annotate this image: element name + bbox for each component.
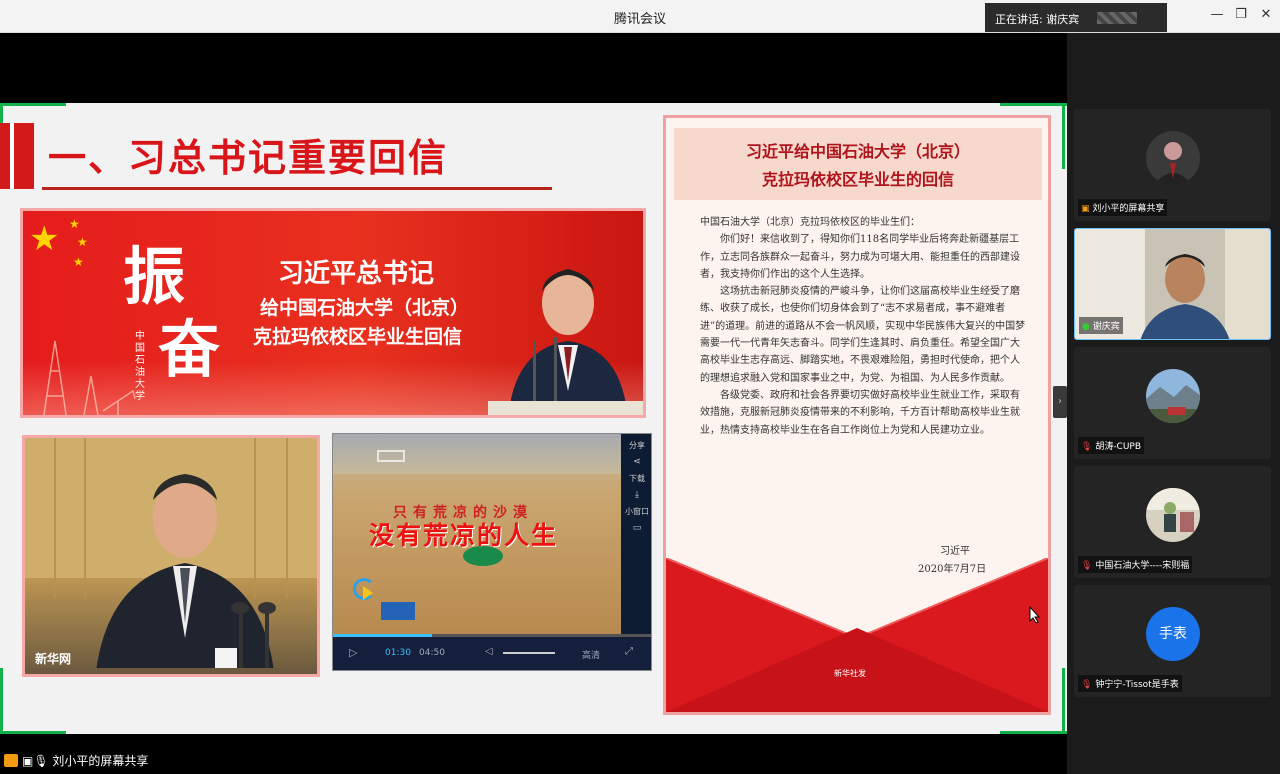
- letter-date: 2020年7月7日: [918, 564, 987, 575]
- mini-window-button[interactable]: 小窗口: [621, 506, 651, 517]
- mouse-cursor-icon: [1029, 606, 1041, 624]
- volume-icon[interactable]: ◁: [485, 646, 493, 657]
- video-progress[interactable]: [333, 634, 651, 637]
- video-wreath: [463, 546, 503, 566]
- heading-underline: [42, 187, 552, 190]
- banner-image: ★ ★ ★ ★ 振 奋 中国石油大学 习近平总书记 给中国石油大学（北京） 克拉…: [20, 208, 646, 418]
- participants-panel: ▣ 刘小平的屏幕共享 ● 谢庆宾 🎙 胡涛-CUPB 🎙 中国石油大学----宋…: [1067, 33, 1280, 774]
- frame-corner-tr-v: [1062, 103, 1065, 169]
- banner-line-3: 克拉玛依校区毕业生回信: [253, 326, 463, 348]
- share-status-label: 刘小平的屏幕共享: [52, 754, 149, 768]
- envelope-graphic: [666, 558, 1048, 712]
- avatar-text: 手表: [1146, 607, 1200, 661]
- slide-heading: 一、习总书记重要回信: [48, 136, 449, 180]
- participant-name: 🎙 胡涛-CUPB: [1078, 437, 1145, 454]
- participant-name: ● 谢庆宾: [1079, 317, 1123, 334]
- letter-greeting: 中国石油大学（北京）克拉玛依校区的毕业生们：: [700, 217, 920, 228]
- letter-paragraph: 这场抗击新冠肺炎疫情的严峻斗争，让你们这届高校毕业生经受了磨练、收获了成长，也使…: [700, 286, 1026, 384]
- xinhua-watermark: 新华网: [35, 652, 72, 666]
- avatar: [1146, 369, 1200, 423]
- mic-muted-icon: 🎙: [1081, 442, 1093, 452]
- mini-window-icon[interactable]: ▭: [621, 523, 651, 533]
- play-icon[interactable]: ▷: [349, 646, 357, 659]
- heading-bar-stripe: [10, 123, 14, 189]
- cctv-logo: [377, 450, 405, 462]
- star-icon: ★: [69, 217, 80, 231]
- banner-line-1: 习近平总书记: [278, 259, 435, 289]
- shared-screen: 一、习总书记重要回信 ★ ★ ★ ★ 振 奋 中国石油大学 习近平总书记 给中国…: [0, 33, 1067, 774]
- participant-name: 🎙 中国石油大学----宋则福: [1078, 556, 1193, 573]
- frame-corner-tr: [1000, 103, 1067, 106]
- avatar: [1146, 488, 1200, 542]
- letter-signature: 习近平: [940, 546, 970, 557]
- video-side-panel: 分享 ⋖ 下载 ⤓ 小窗口 ▭: [621, 434, 651, 634]
- slide: 一、习总书记重要回信 ★ ★ ★ ★ 振 奋 中国石油大学 习近平总书记 给中国…: [0, 103, 1067, 734]
- video-controls: ▷ 01:30 04:50 ◁ 高清 ⤢: [333, 634, 651, 670]
- mic-muted-icon: 🎙: [1081, 680, 1093, 690]
- star-icon: ★: [29, 219, 60, 259]
- participant-tile-active[interactable]: ● 谢庆宾: [1074, 228, 1271, 340]
- volume-slider[interactable]: [503, 652, 555, 654]
- participant-tile[interactable]: 🎙 胡涛-CUPB: [1074, 347, 1271, 459]
- video-frame: 只有荒凉的沙漠 没有荒凉的人生: [333, 434, 621, 634]
- banner-line-2: 给中国石油大学（北京）: [260, 297, 470, 319]
- screen-share-icon: ▣: [1081, 204, 1090, 214]
- title-bar: 腾讯会议 正在讲话: 谢庆宾 — ❐ ✕: [0, 0, 1280, 33]
- frame-corner-bl-v: [0, 668, 3, 734]
- frame-corner-br-v: [1062, 668, 1065, 734]
- frame-corner-tl: [0, 103, 66, 106]
- speaking-label: 正在讲话: 谢庆宾: [995, 13, 1080, 26]
- mic-on-icon: ●: [1082, 322, 1090, 332]
- letter-card: 习近平给中国石油大学（北京） 克拉玛依校区毕业生的回信 中国石油大学（北京）克拉…: [663, 115, 1051, 715]
- minimize-icon[interactable]: —: [1207, 7, 1227, 22]
- video-total-time: 04:50: [419, 648, 445, 658]
- participant-tile[interactable]: ▣ 刘小平的屏幕共享: [1074, 109, 1271, 221]
- download-icon[interactable]: ⤓: [621, 490, 651, 500]
- download-button[interactable]: 下载: [621, 473, 651, 484]
- expand-panel-button[interactable]: ›: [1053, 386, 1067, 418]
- speaker-portrait: [488, 269, 643, 415]
- participant-tile[interactable]: 手表 🎙 钟宁宁-Tissot是手表: [1074, 585, 1271, 697]
- quality-button[interactable]: 高清: [582, 648, 600, 661]
- share-status: ▣🎙 刘小平的屏幕共享: [0, 752, 148, 769]
- share-icon[interactable]: ⋖: [621, 457, 651, 467]
- participant-name: 🎙 钟宁宁-Tissot是手表: [1078, 675, 1182, 692]
- letter-body: 中国石油大学（北京）克拉玛依校区的毕业生们： 你们好！来信收到了，得知你们118…: [700, 214, 1026, 439]
- letter-paragraph: 各级党委、政府和社会各界要切实做好高校毕业生就业工作，采取有效措施，克服新冠肺炎…: [700, 389, 1020, 436]
- participant-name: ▣ 刘小平的屏幕共享: [1078, 199, 1168, 216]
- avatar: [1146, 131, 1200, 185]
- fullscreen-icon[interactable]: ⤢: [625, 646, 633, 657]
- monitor-icon: ▣: [22, 754, 34, 768]
- speaking-blur: [1097, 12, 1137, 24]
- video-progress-fill: [333, 634, 433, 637]
- video-current-time: 01:30: [385, 648, 411, 658]
- speaker-photo: [25, 438, 317, 674]
- video-slogan: 没有荒凉的人生: [369, 521, 559, 550]
- close-icon[interactable]: ✕: [1256, 7, 1276, 22]
- user-icon: [4, 754, 18, 767]
- letter-paragraph: 你们好！来信收到了，得知你们118名同学毕业后将奔赴新疆基层工作，立志同各族群众…: [700, 234, 1020, 280]
- photo-speaker: 新华网: [22, 435, 320, 677]
- speaking-indicator: 正在讲话: 谢庆宾: [985, 3, 1167, 32]
- heading-bar: [0, 123, 34, 189]
- news-logo: [381, 602, 415, 620]
- frame-corner-br: [1000, 731, 1067, 734]
- star-icon: ★: [77, 235, 88, 249]
- video-player[interactable]: 只有荒凉的沙漠 没有荒凉的人生 分享 ⋖ 下载 ⤓ 小窗口 ▭ ▷ 01:30 …: [332, 433, 652, 671]
- mic-icon: 🎙: [33, 754, 49, 768]
- participant-tile[interactable]: 🎙 中国石油大学----宋则福: [1074, 466, 1271, 578]
- restore-icon[interactable]: ❐: [1231, 7, 1251, 22]
- letter-title-1: 习近平给中国石油大学（北京）: [745, 142, 970, 161]
- star-icon: ★: [73, 255, 84, 269]
- letter-source: 新华社发: [834, 669, 866, 678]
- play-overlay-icon[interactable]: [363, 586, 373, 600]
- frame-corner-bl: [0, 731, 66, 734]
- mic-muted-icon: 🎙: [1081, 561, 1093, 571]
- letter-title-2: 克拉玛依校区毕业生的回信: [761, 170, 954, 189]
- share-button[interactable]: 分享: [621, 440, 651, 451]
